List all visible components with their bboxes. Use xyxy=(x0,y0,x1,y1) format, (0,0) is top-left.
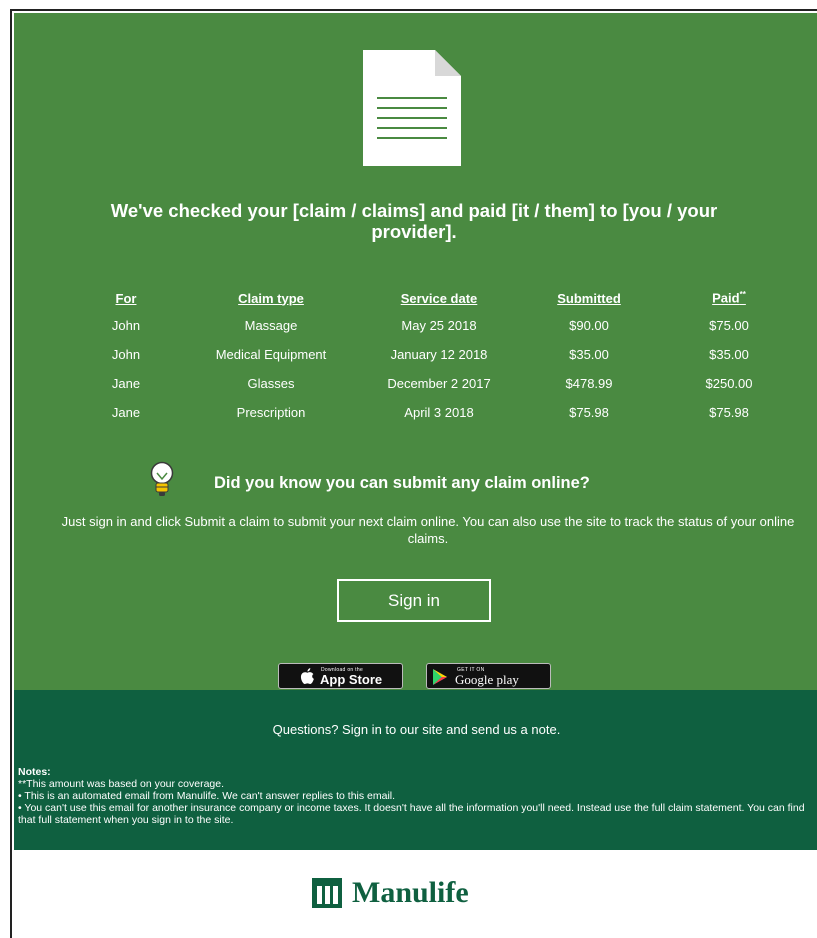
cell-paid: $75.00 xyxy=(709,318,749,333)
note-item: • This is an automated email from Manuli… xyxy=(18,790,396,802)
table-row: Jane Glasses December 2 2017 $478.99 $25… xyxy=(74,369,794,398)
cell-for: Jane xyxy=(111,405,141,420)
footnote-marker: ** xyxy=(739,290,746,300)
app-store-badge[interactable]: Download on the App Store xyxy=(278,663,403,689)
brand-name: Manulife xyxy=(352,876,469,909)
cell-paid: $35.00 xyxy=(709,347,749,362)
questions-text: Questions? Sign in to our site and send … xyxy=(272,722,561,737)
table-row: Jane Prescription April 3 2018 $75.98 $7… xyxy=(74,398,794,427)
note-item: **This amount was based on your coverage… xyxy=(18,778,225,790)
header-paid-label: Paid xyxy=(712,290,740,306)
page-title: We've checked your [claim / claims] and … xyxy=(110,200,718,242)
google-play-badge[interactable]: GET IT ON Google play xyxy=(426,663,551,689)
cell-claim-type: Prescription xyxy=(236,405,306,420)
cell-paid: $250.00 xyxy=(705,376,753,391)
footer-panel: Questions? Sign in to our site and send … xyxy=(14,690,817,850)
note-item: • You can't use this email for another i… xyxy=(18,802,805,826)
tip-body: Just sign in and click Submit a claim to… xyxy=(61,514,795,546)
apple-icon xyxy=(300,668,314,684)
cell-submitted: $90.00 xyxy=(569,318,609,333)
tip-heading: Did you know you can submit any claim on… xyxy=(214,474,590,492)
header-submitted: Submitted xyxy=(557,290,621,306)
header-service-date: Service date xyxy=(400,290,478,306)
cell-for: John xyxy=(111,318,141,333)
cell-claim-type: Massage xyxy=(244,318,298,333)
cell-for: John xyxy=(111,347,141,362)
cell-service-date: December 2 2017 xyxy=(387,376,491,391)
main-panel: We've checked your [claim / claims] and … xyxy=(14,13,817,690)
cell-paid: $75.98 xyxy=(709,405,749,420)
cell-submitted: $35.00 xyxy=(569,347,609,362)
header-paid: Paid** xyxy=(664,285,794,311)
cell-service-date: January 12 2018 xyxy=(390,347,488,362)
table-row: John Medical Equipment January 12 2018 $… xyxy=(74,340,794,369)
cell-service-date: May 25 2018 xyxy=(401,318,477,333)
google-play-icon xyxy=(433,669,447,685)
lightbulb-icon xyxy=(150,461,174,496)
cell-claim-type: Medical Equipment xyxy=(215,347,327,362)
brand-logo: Manulife xyxy=(312,876,469,910)
app-store-label: App Store xyxy=(320,672,383,687)
google-play-label: Google play xyxy=(455,672,519,687)
cell-for: Jane xyxy=(111,376,141,391)
table-row: John Massage May 25 2018 $90.00 $75.00 xyxy=(74,311,794,340)
cell-submitted: $75.98 xyxy=(569,405,609,420)
notes-title: Notes: xyxy=(18,766,51,778)
table-header-row: For Claim type Service date Submitted Pa… xyxy=(74,285,794,311)
header-for: For xyxy=(115,290,137,306)
email-frame: We've checked your [claim / claims] and … xyxy=(10,9,817,938)
cell-submitted: $478.99 xyxy=(565,376,613,391)
sign-in-button[interactable]: Sign in xyxy=(337,579,491,622)
manulife-logo-icon xyxy=(312,878,342,908)
header-claim-type: Claim type xyxy=(238,290,304,306)
cell-claim-type: Glasses xyxy=(247,376,295,391)
claims-table: For Claim type Service date Submitted Pa… xyxy=(74,285,794,427)
cell-service-date: April 3 2018 xyxy=(404,405,474,420)
document-icon xyxy=(363,50,461,166)
notes-section: Notes: **This amount was based on your c… xyxy=(18,766,813,826)
